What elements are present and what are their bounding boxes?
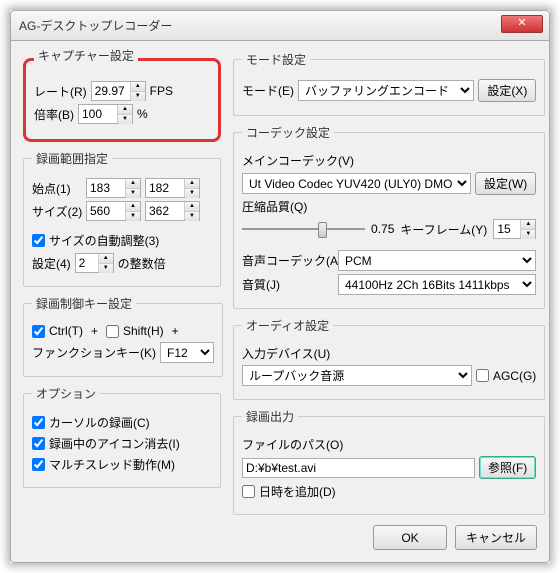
- audio-codec-label: 音声コーデック(A): [242, 252, 334, 269]
- options-legend: オプション: [32, 385, 100, 402]
- titlebar: AG-デスクトップレコーダー ✕: [10, 10, 550, 40]
- hide-icon-label: 録画中のアイコン消去(I): [49, 435, 180, 452]
- keyframe-input[interactable]: ▲▼: [493, 219, 536, 239]
- rate-label: レート(R): [34, 83, 87, 100]
- path-label: ファイルのパス(O): [242, 436, 343, 453]
- capture-group: キャプチャー設定 レート(R) ▲▼ FPS 倍率(B) ▲▼ %: [23, 51, 221, 142]
- window-title: AG-デスクトップレコーダー: [19, 17, 172, 34]
- cursor-label: カーソルの録画(C): [49, 414, 150, 431]
- shift-checkbox[interactable]: [106, 325, 119, 338]
- audio-legend: オーディオ設定: [242, 317, 333, 334]
- cursor-checkbox[interactable]: [32, 416, 45, 429]
- device-select[interactable]: ループバック音源: [242, 365, 472, 386]
- audio-quality-label: 音質(J): [242, 276, 334, 293]
- keyframe-label: キーフレーム(Y): [400, 221, 487, 238]
- agc-checkbox[interactable]: [476, 369, 489, 382]
- codec-group: コーデック設定 メインコーデック(V) Ut Video Codec YUV42…: [233, 124, 545, 309]
- scale-input[interactable]: ▲▼: [78, 104, 133, 124]
- start-label: 始点(1): [32, 180, 82, 197]
- scale-unit: %: [137, 107, 148, 121]
- hide-icon-checkbox[interactable]: [32, 437, 45, 450]
- codec-legend: コーデック設定: [242, 124, 334, 141]
- main-codec-label: メインコーデック(V): [242, 152, 354, 169]
- fn-select[interactable]: F12: [160, 342, 214, 363]
- range-legend: 録画範囲指定: [32, 150, 112, 167]
- auto-adjust-checkbox[interactable]: [32, 234, 45, 247]
- setting-suffix: の整数倍: [118, 255, 166, 272]
- rate-unit: FPS: [150, 84, 173, 98]
- spin-down-icon[interactable]: ▼: [118, 115, 132, 124]
- hotkey-legend: 録画制御キー設定: [32, 295, 136, 312]
- quality-slider[interactable]: [242, 219, 365, 239]
- agc-label: AGC(G): [493, 369, 536, 383]
- size-label: サイズ(2): [32, 203, 82, 220]
- range-group: 録画範囲指定 始点(1) ▲▼ ▲▼ サイズ(2) ▲▼ ▲▼ サイズの自動調整…: [23, 150, 221, 287]
- browse-button[interactable]: 参照(F): [479, 456, 536, 479]
- add-date-label: 日時を追加(D): [259, 483, 336, 500]
- capture-legend: キャプチャー設定: [34, 47, 138, 64]
- options-group: オプション カーソルの録画(C) 録画中のアイコン消去(I) マルチスレッド動作…: [23, 385, 221, 488]
- setting-label: 設定(4): [32, 255, 71, 272]
- fn-label: ファンクションキー(K): [32, 344, 156, 361]
- add-date-checkbox[interactable]: [242, 485, 255, 498]
- ok-button[interactable]: OK: [373, 525, 447, 550]
- cancel-button[interactable]: キャンセル: [455, 525, 537, 550]
- output-legend: 録画出力: [242, 408, 298, 425]
- ctrl-label: Ctrl(T): [49, 324, 83, 338]
- audio-codec-select[interactable]: PCM: [338, 250, 536, 271]
- size-w-input[interactable]: ▲▼: [86, 201, 141, 221]
- main-codec-select[interactable]: Ut Video Codec YUV420 (ULY0) DMO x86: [242, 173, 471, 194]
- setting-value-input[interactable]: ▲▼: [75, 253, 114, 273]
- multithread-label: マルチスレッド動作(M): [49, 456, 175, 473]
- shift-label: Shift(H): [123, 324, 164, 338]
- quality-label: 圧縮品質(Q): [242, 198, 307, 215]
- spin-down-icon[interactable]: ▼: [131, 92, 145, 101]
- auto-adjust-label: サイズの自動調整(3): [49, 232, 159, 249]
- multithread-checkbox[interactable]: [32, 458, 45, 471]
- spin-up-icon[interactable]: ▲: [131, 82, 145, 92]
- scale-label: 倍率(B): [34, 106, 74, 123]
- mode-label: モード(E): [242, 82, 294, 99]
- close-icon[interactable]: ✕: [501, 15, 543, 33]
- audio-quality-select[interactable]: 44100Hz 2Ch 16Bits 1411kbps: [338, 274, 536, 295]
- path-input[interactable]: [242, 458, 475, 478]
- start-y-input[interactable]: ▲▼: [145, 178, 200, 198]
- rate-input[interactable]: ▲▼: [91, 81, 146, 101]
- audio-group: オーディオ設定 入力デバイス(U) ループバック音源 AGC(G): [233, 317, 545, 400]
- mode-set-button[interactable]: 設定(X): [478, 79, 536, 102]
- size-h-input[interactable]: ▲▼: [145, 201, 200, 221]
- mode-select[interactable]: バッファリングエンコード: [298, 80, 474, 101]
- mode-legend: モード設定: [242, 51, 310, 68]
- device-label: 入力デバイス(U): [242, 345, 330, 362]
- hotkey-group: 録画制御キー設定 Ctrl(T) + Shift(H) + ファンクションキー(…: [23, 295, 223, 377]
- spin-up-icon[interactable]: ▲: [118, 105, 132, 115]
- quality-value: 0.75: [371, 222, 394, 236]
- output-group: 録画出力 ファイルのパス(O) 参照(F) 日時を追加(D): [233, 408, 545, 515]
- codec-set-button[interactable]: 設定(W): [475, 172, 536, 195]
- start-x-input[interactable]: ▲▼: [86, 178, 141, 198]
- ctrl-checkbox[interactable]: [32, 325, 45, 338]
- mode-group: モード設定 モード(E) バッファリングエンコード 設定(X): [233, 51, 545, 116]
